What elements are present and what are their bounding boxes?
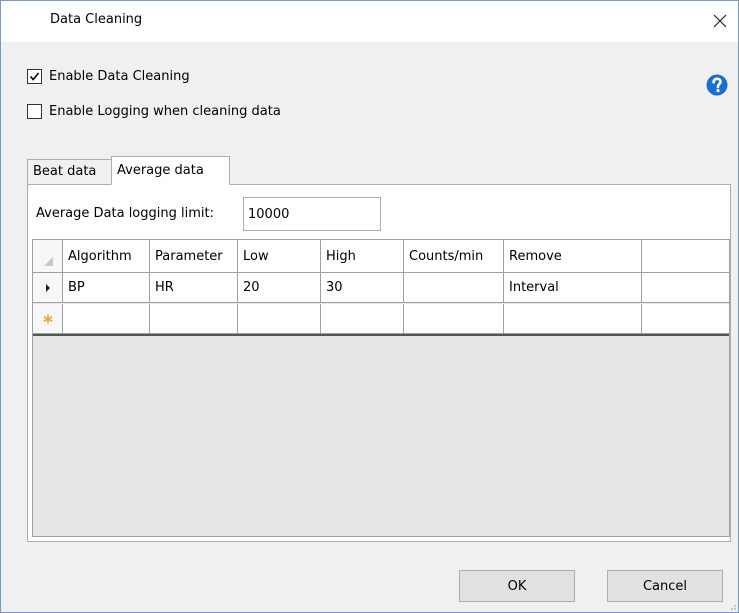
row-header[interactable] — [33, 273, 63, 303]
tab-beat-data[interactable]: Beat data — [27, 159, 112, 184]
tab-average-data[interactable]: Average data — [111, 156, 230, 185]
cancel-button-label: Cancel — [642, 578, 688, 594]
new-row[interactable] — [33, 304, 729, 336]
ok-button-label: OK — [507, 578, 527, 594]
cancel-button[interactable]: Cancel — [607, 570, 723, 602]
enable-logging-label: Enable Logging when cleaning data — [49, 104, 281, 119]
tab-beat-data-label: Beat data — [33, 164, 97, 179]
column-header-low[interactable]: Low — [238, 240, 321, 273]
new-cell-high[interactable] — [321, 304, 404, 334]
new-cell-remove[interactable] — [504, 304, 642, 334]
tab-average-data-label: Average data — [117, 163, 204, 178]
enable-cleaning-checkbox[interactable] — [27, 69, 42, 84]
new-row-asterisk-icon — [42, 314, 53, 323]
new-row-header[interactable] — [33, 304, 63, 334]
new-cell-algorithm[interactable] — [63, 304, 150, 334]
new-cell-counts-per-min[interactable] — [404, 304, 504, 334]
new-cell-parameter[interactable] — [150, 304, 238, 334]
new-cell-filler — [642, 304, 729, 334]
resize-grip-icon[interactable] — [727, 601, 737, 611]
column-header-counts-per-min[interactable]: Counts/min — [404, 240, 504, 273]
enable-logging-option[interactable]: Enable Logging when cleaning data — [27, 104, 281, 119]
cell-high[interactable]: 30 — [321, 273, 404, 303]
ok-button[interactable]: OK — [459, 570, 575, 602]
grid-header-row: Algorithm Parameter Low High Counts/min … — [33, 240, 729, 273]
column-header-parameter[interactable]: Parameter — [150, 240, 238, 273]
close-button[interactable] — [704, 7, 736, 35]
cell-counts-per-min[interactable] — [404, 273, 504, 303]
corner-triangle-icon — [43, 256, 53, 266]
cell-remove[interactable]: Interval — [504, 273, 642, 303]
current-row-arrow-icon — [45, 283, 50, 292]
logging-limit-input[interactable] — [243, 197, 381, 231]
window-title: Data Cleaning — [50, 12, 143, 27]
cell-low[interactable]: 20 — [238, 273, 321, 303]
select-all-corner[interactable] — [33, 240, 63, 273]
data-cleaning-dialog: Data Cleaning Enable Data Cleaning Enabl… — [0, 0, 739, 613]
new-cell-low[interactable] — [238, 304, 321, 334]
close-icon — [713, 14, 727, 28]
enable-logging-checkbox[interactable] — [27, 104, 42, 119]
enable-cleaning-label: Enable Data Cleaning — [49, 69, 190, 84]
column-header-algorithm[interactable]: Algorithm — [63, 240, 150, 273]
cell-parameter[interactable]: HR — [150, 273, 238, 303]
column-header-filler — [642, 240, 729, 273]
column-header-remove[interactable]: Remove — [504, 240, 642, 273]
cell-algorithm[interactable]: BP — [63, 273, 150, 303]
column-header-high[interactable]: High — [321, 240, 404, 273]
cleaning-rules-grid[interactable]: Algorithm Parameter Low High Counts/min … — [32, 239, 730, 537]
enable-cleaning-option[interactable]: Enable Data Cleaning — [27, 69, 190, 84]
help-icon[interactable] — [706, 74, 728, 96]
checkmark-icon — [29, 72, 40, 81]
logging-limit-label: Average Data logging limit: — [36, 206, 214, 221]
title-bar: Data Cleaning — [1, 1, 738, 42]
table-row[interactable]: BP HR 20 30 Interval — [33, 273, 729, 303]
cell-filler — [642, 273, 729, 303]
